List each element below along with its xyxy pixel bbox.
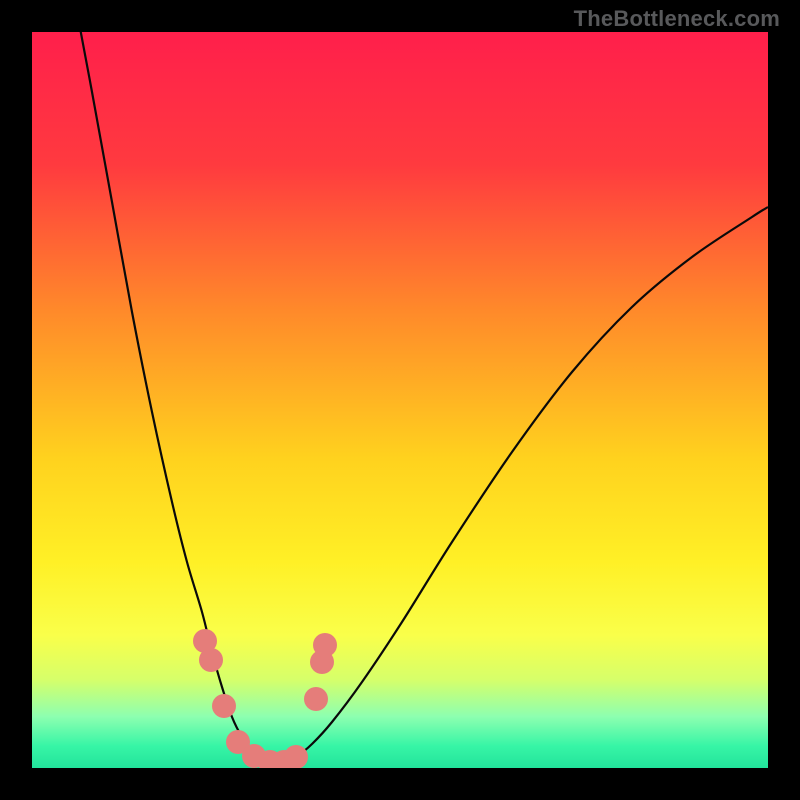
data-marker xyxy=(199,648,223,672)
curve-svg xyxy=(32,32,768,768)
data-marker xyxy=(284,745,308,768)
plot-area xyxy=(32,32,768,768)
watermark-text: TheBottleneck.com xyxy=(574,6,780,32)
data-marker xyxy=(212,694,236,718)
chart-frame: TheBottleneck.com xyxy=(0,0,800,800)
data-marker xyxy=(304,687,328,711)
data-marker xyxy=(313,633,337,657)
bottleneck-curve xyxy=(77,32,768,763)
